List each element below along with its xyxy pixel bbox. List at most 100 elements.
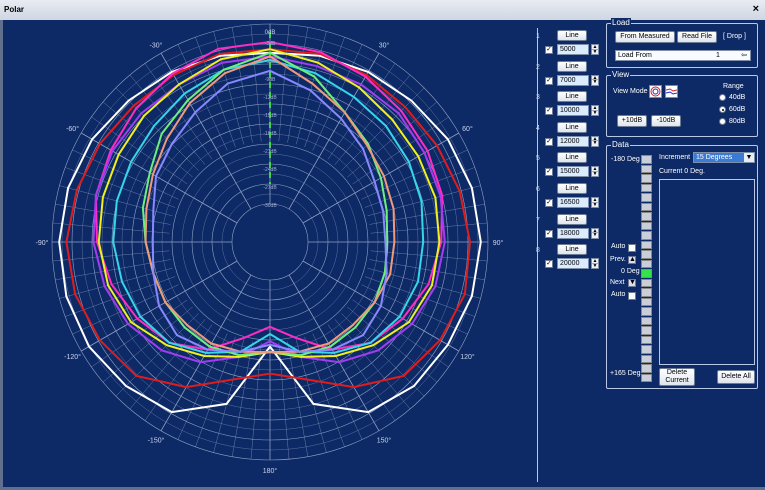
close-icon[interactable]: ×	[753, 3, 759, 15]
channel-line-button[interactable]: Line	[557, 60, 587, 72]
channel-spinner[interactable]: ▲ ▼	[591, 135, 599, 147]
channel-line-button[interactable]: Line	[557, 213, 587, 225]
channel-spinner[interactable]: ▲ ▼	[591, 258, 599, 270]
minus-10db-button[interactable]: -10dB	[651, 115, 681, 127]
channel-checkbox[interactable]: ✓	[545, 199, 553, 207]
ladder-step[interactable]	[641, 221, 652, 230]
enter-icon[interactable]: ⇦	[741, 51, 747, 60]
view-mode-label: View Mode	[613, 88, 648, 95]
channel-checkbox[interactable]: ✓	[545, 260, 553, 269]
ladder-step[interactable]	[641, 269, 652, 278]
read-file-button[interactable]: Read File	[677, 31, 717, 43]
drop-label: [ Drop ]	[723, 33, 746, 40]
increment-label: Increment	[659, 154, 691, 161]
delete-current-button[interactable]: Delete Current	[659, 368, 695, 386]
ladder-step[interactable]	[641, 326, 652, 335]
ladder-step[interactable]	[641, 202, 652, 211]
line-view-icon[interactable]	[665, 85, 678, 98]
range-40db-radio[interactable]	[719, 94, 726, 101]
channel-spinner[interactable]: ▲ ▼	[591, 44, 599, 55]
angle-label: -30°	[150, 42, 163, 50]
ladder-step[interactable]	[641, 183, 652, 192]
channel-checkbox[interactable]: ✓	[545, 168, 553, 177]
auto-top-checkbox[interactable]	[628, 244, 636, 252]
angle-label: 150°	[377, 436, 392, 444]
range-60db-radio[interactable]	[719, 106, 726, 113]
ring-db-label: -24dB	[263, 167, 277, 173]
range-80db-radio[interactable]	[719, 118, 726, 125]
ladder-step[interactable]	[641, 250, 652, 259]
channel-checkbox[interactable]: ✓	[545, 46, 553, 54]
ladder-step[interactable]	[641, 212, 652, 221]
channel-checkbox[interactable]: ✓	[545, 229, 553, 238]
load-from-field[interactable]: Load From 1 ⇦	[615, 50, 751, 61]
ladder-step[interactable]	[641, 240, 652, 249]
load-group-title: Load	[611, 18, 631, 27]
channel-line-button[interactable]: Line	[557, 183, 587, 194]
ladder-step[interactable]	[641, 335, 652, 344]
range-40db-label: 40dB	[729, 94, 746, 101]
prev-button[interactable]: ▲	[628, 256, 636, 264]
channel-value-field[interactable]: 15000	[557, 166, 589, 178]
channel-spinner[interactable]: ▲ ▼	[591, 197, 599, 208]
ladder-step[interactable]	[641, 316, 652, 325]
channel-spinner[interactable]: ▲ ▼	[591, 74, 599, 86]
angle-ladder[interactable]	[641, 155, 652, 383]
ladder-step[interactable]	[641, 345, 652, 354]
channel-line-button[interactable]: Line	[557, 30, 587, 41]
channel-line-button[interactable]: Line	[557, 121, 587, 133]
ladder-step[interactable]	[641, 259, 652, 268]
channel-value-field[interactable]: 10000	[557, 105, 589, 117]
ladder-step[interactable]	[641, 155, 652, 164]
channel-line-button[interactable]: Line	[557, 152, 587, 164]
next-button[interactable]: ▼	[628, 279, 636, 287]
polar-plot: 0°30°60°90°120°150°180°-150°-120°-90°-60…	[36, 23, 538, 482]
ladder-step[interactable]	[641, 193, 652, 202]
channel-line-button[interactable]: Line	[557, 244, 587, 256]
current-deg-label: Current 0 Deg.	[659, 168, 705, 175]
grid-spoke	[250, 24, 262, 142]
channel-checkbox[interactable]: ✓	[545, 76, 553, 85]
ring-db-label: -6dB	[265, 59, 276, 65]
grid-spoke	[278, 24, 290, 142]
increment-select[interactable]: 15 Degrees ▼	[693, 152, 755, 163]
ladder-step[interactable]	[641, 364, 652, 373]
channel-value-field[interactable]: 7000	[557, 74, 589, 86]
data-list[interactable]	[659, 179, 755, 365]
plus-10db-button[interactable]: +10dB	[617, 115, 647, 127]
channel-value-field[interactable]: 20000	[557, 258, 589, 270]
channel-checkbox[interactable]: ✓	[545, 107, 553, 116]
channel-spinner[interactable]: ▲ ▼	[591, 105, 599, 117]
polar-view-icon[interactable]	[649, 85, 662, 98]
ladder-step[interactable]	[641, 307, 652, 316]
channel-value-field[interactable]: 16500	[557, 197, 589, 208]
chevron-down-icon[interactable]: ▼	[744, 153, 754, 162]
ladder-step[interactable]	[641, 231, 652, 240]
ladder-step[interactable]	[641, 373, 652, 382]
load-group: Load From Measured Read File [ Drop ] Lo…	[606, 18, 758, 68]
grid-spoke	[334, 74, 411, 165]
range-80db-label: 80dB	[729, 118, 746, 125]
channel-value-field[interactable]: 5000	[557, 44, 589, 55]
auto-bottom-checkbox[interactable]	[628, 292, 636, 300]
channel-line-button[interactable]: Line	[557, 91, 587, 103]
channel-spinner[interactable]: ▲ ▼	[591, 166, 599, 178]
window-title: Polar	[4, 5, 25, 14]
grid-spoke	[65, 167, 176, 208]
channel-value-field[interactable]: 12000	[557, 135, 589, 147]
grid-spoke	[370, 222, 488, 234]
grid-spoke	[115, 313, 199, 397]
ladder-step[interactable]	[641, 354, 652, 363]
delete-all-button[interactable]: Delete All	[717, 370, 755, 384]
channel-index: 6	[536, 186, 540, 193]
channel-checkbox[interactable]: ✓	[545, 137, 553, 146]
channel-spinner[interactable]: ▲ ▼	[591, 227, 599, 239]
ladder-step[interactable]	[641, 297, 652, 306]
ring-db-label: -18dB	[263, 131, 277, 137]
ladder-step[interactable]	[641, 278, 652, 287]
from-measured-button[interactable]: From Measured	[615, 31, 675, 43]
ladder-step[interactable]	[641, 174, 652, 183]
ladder-step[interactable]	[641, 164, 652, 173]
channel-value-field[interactable]: 18000	[557, 227, 589, 239]
ladder-step[interactable]	[641, 288, 652, 297]
